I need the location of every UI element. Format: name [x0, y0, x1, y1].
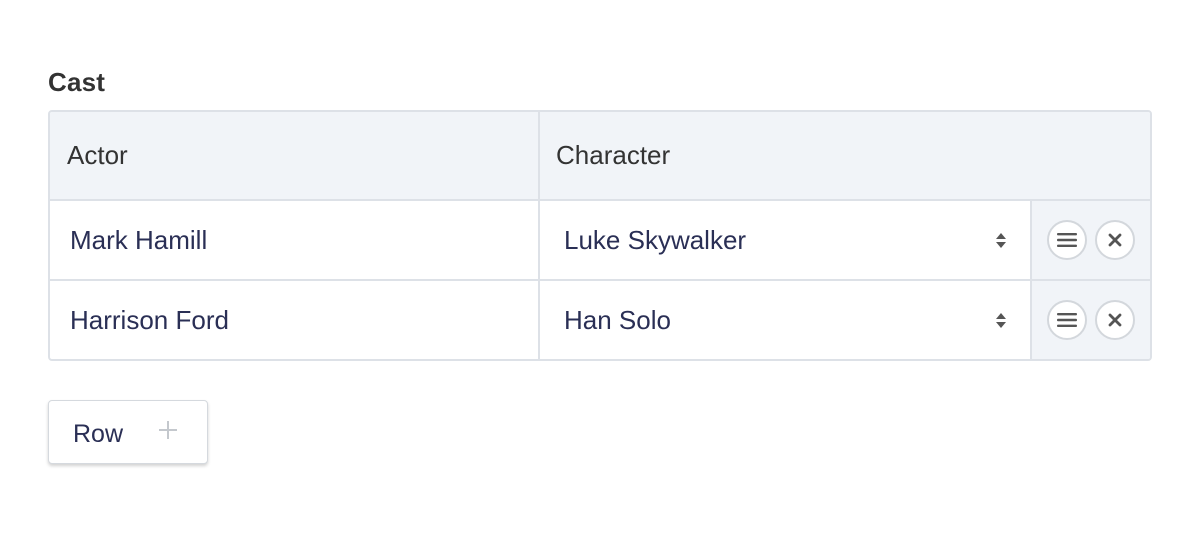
actor-cell[interactable]: Harrison Ford [50, 281, 540, 359]
hamburger-menu-icon [1057, 233, 1077, 247]
table-row: Mark Hamill Luke Skywalker [50, 201, 1150, 279]
column-header-actor: Actor [50, 112, 540, 199]
select-arrows-icon [994, 312, 1008, 328]
table-header: Actor Character [50, 112, 1150, 201]
add-row-button[interactable]: Row [48, 400, 208, 464]
field-label: Cast [48, 67, 106, 97]
character-select[interactable]: Han Solo [540, 281, 1032, 359]
row-actions [1032, 201, 1150, 279]
select-arrows-icon [994, 232, 1008, 248]
remove-row-button[interactable] [1095, 220, 1135, 260]
character-select-value: Luke Skywalker [564, 224, 747, 255]
plus-icon [159, 421, 178, 439]
drag-handle-button[interactable] [1047, 300, 1087, 340]
add-row-label: Row [73, 419, 124, 448]
table-row: Harrison Ford Han Solo [50, 279, 1150, 359]
actor-cell[interactable]: Mark Hamill [50, 201, 540, 279]
column-header-character: Character [556, 140, 671, 170]
close-x-icon [1108, 313, 1122, 327]
hamburger-menu-icon [1057, 313, 1077, 327]
close-x-icon [1108, 233, 1122, 247]
cast-table: Actor Character Mark Hamill Luke Skywalk… [48, 110, 1152, 361]
row-actions [1032, 281, 1150, 359]
cast-field: Cast Actor Character Mark Hamill Luke Sk… [48, 64, 1152, 361]
remove-row-button[interactable] [1095, 300, 1135, 340]
drag-handle-button[interactable] [1047, 220, 1087, 260]
character-select[interactable]: Luke Skywalker [540, 201, 1032, 279]
character-select-value: Han Solo [564, 304, 671, 335]
